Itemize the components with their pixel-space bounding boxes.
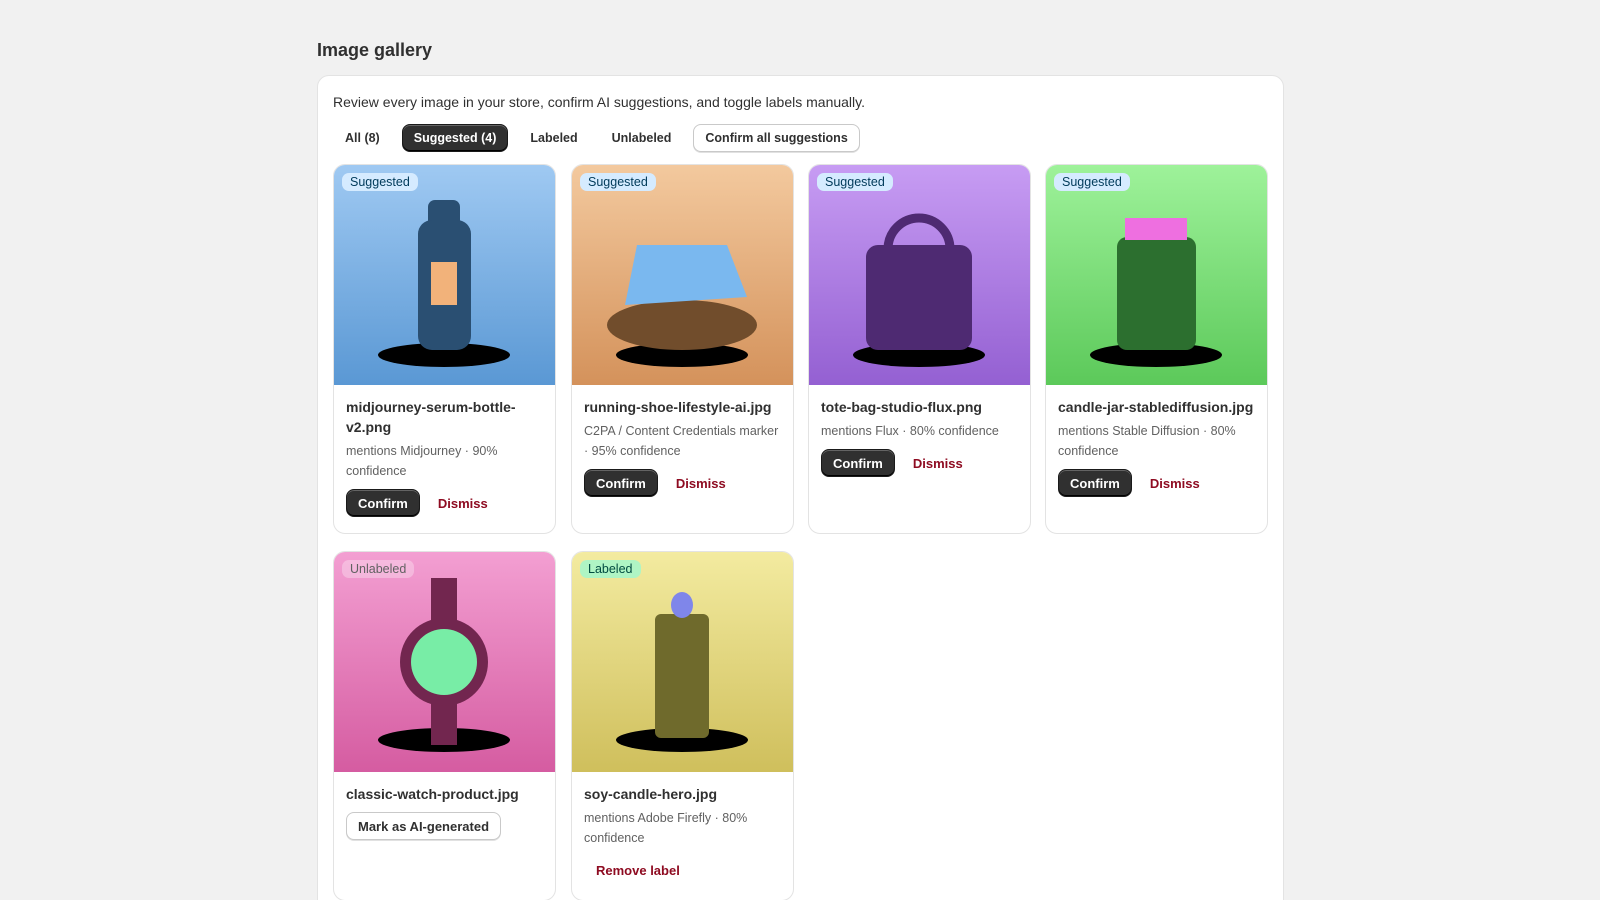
file-name: tote-bag-studio-flux.png xyxy=(821,399,982,415)
file-name: running-shoe-lifestyle-ai.jpg xyxy=(584,399,772,415)
status-badge: Suggested xyxy=(817,173,893,191)
confirm-all-suggestions-button[interactable]: Confirm all suggestions xyxy=(693,124,860,152)
product-image: Unlabeled xyxy=(334,552,555,772)
product-image: Suggested xyxy=(809,165,1030,385)
gallery-panel: Review every image in your store, confir… xyxy=(317,75,1284,900)
dismiss-button[interactable]: Dismiss xyxy=(1138,469,1212,497)
remove-label-button[interactable]: Remove label xyxy=(584,856,692,884)
image-card: Suggested candle-jar-stablediffusion.jpg… xyxy=(1045,164,1268,534)
confirm-button[interactable]: Confirm xyxy=(584,469,658,497)
confirm-button[interactable]: Confirm xyxy=(821,449,895,477)
tote-bag-icon xyxy=(809,165,1030,385)
image-card: Unlabeled classic-watch-product.jpg Mark… xyxy=(333,551,556,900)
status-badge: Suggested xyxy=(580,173,656,191)
detection-meta: mentions Adobe Firefly · 80% confidence xyxy=(584,811,748,845)
soy-candle-icon xyxy=(572,552,793,772)
status-badge: Suggested xyxy=(1054,173,1130,191)
file-name: candle-jar-stablediffusion.jpg xyxy=(1058,399,1254,415)
status-badge: Labeled xyxy=(580,560,641,578)
product-image: Suggested xyxy=(572,165,793,385)
confirm-button[interactable]: Confirm xyxy=(346,489,420,517)
dismiss-button[interactable]: Dismiss xyxy=(901,449,975,477)
confirm-button[interactable]: Confirm xyxy=(1058,469,1132,497)
detection-meta: mentions Stable Diffusion · 80% confiden… xyxy=(1058,424,1236,458)
file-name: classic-watch-product.jpg xyxy=(346,786,519,802)
dismiss-button[interactable]: Dismiss xyxy=(426,489,500,517)
tab-labeled[interactable]: Labeled xyxy=(518,124,589,152)
serum-bottle-icon xyxy=(334,165,555,385)
intro-text: Review every image in your store, confir… xyxy=(333,94,866,110)
image-card: Suggested midjourney-serum-bottle-v2.png… xyxy=(333,164,556,534)
file-name: midjourney-serum-bottle-v2.png xyxy=(346,399,516,435)
tab-unlabeled[interactable]: Unlabeled xyxy=(600,124,684,152)
image-card: Labeled soy-candle-hero.jpg mentions Ado… xyxy=(571,551,794,900)
tab-all[interactable]: All (8) xyxy=(333,124,392,152)
product-image: Suggested xyxy=(1046,165,1267,385)
status-badge: Suggested xyxy=(342,173,418,191)
dismiss-button[interactable]: Dismiss xyxy=(664,469,738,497)
detection-meta: mentions Flux · 80% confidence xyxy=(821,424,999,438)
image-card: Suggested tote-bag-studio-flux.png menti… xyxy=(808,164,1031,534)
candle-jar-icon xyxy=(1046,165,1267,385)
watch-icon xyxy=(334,552,555,772)
running-shoe-icon xyxy=(572,165,793,385)
page-title: Image gallery xyxy=(317,40,433,60)
file-name: soy-candle-hero.jpg xyxy=(584,786,718,802)
product-image: Suggested xyxy=(334,165,555,385)
detection-meta: C2PA / Content Credentials marker · 95% … xyxy=(584,424,779,458)
status-badge: Unlabeled xyxy=(342,560,415,578)
image-card: Suggested running-shoe-lifestyle-ai.jpg … xyxy=(571,164,794,534)
product-image: Labeled xyxy=(572,552,793,772)
tab-suggested[interactable]: Suggested (4) xyxy=(401,124,509,152)
filter-tabs: All (8) Suggested (4) Labeled Unlabeled … xyxy=(333,124,870,152)
mark-ai-generated-button[interactable]: Mark as AI-generated xyxy=(346,812,502,840)
detection-meta: mentions Midjourney · 90% confidence xyxy=(346,444,498,478)
